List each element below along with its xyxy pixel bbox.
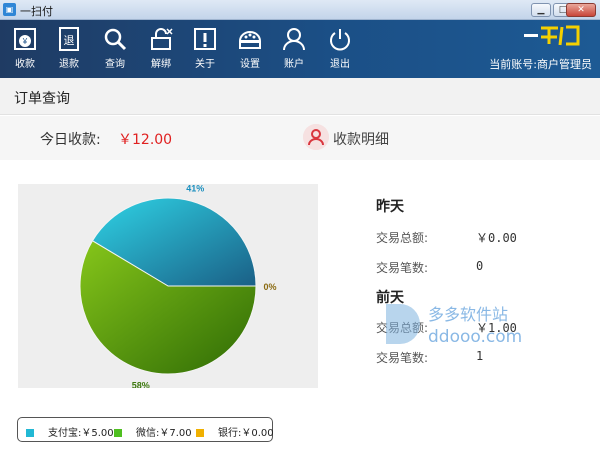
toolbar-refund-label: 退款	[59, 59, 79, 70]
main-toolbar: ¥ 收款 退 退款 查询 解绑 关于 设置 账户 退出 当前账号:商户管理员	[0, 20, 600, 78]
toolbar-settings-button[interactable]: 设置	[231, 24, 269, 74]
user-icon	[303, 124, 329, 150]
yesterday-total-label: 交易总额:	[376, 231, 429, 245]
legend-swatch-alipay	[26, 429, 34, 437]
window-title: 一扫付	[20, 5, 53, 18]
toolbar-account-label: 账户	[284, 59, 304, 70]
toolbar-refund-button[interactable]: 退 退款	[50, 24, 88, 74]
pie-label-2: 0%	[263, 282, 276, 292]
unbind-icon	[151, 28, 173, 50]
today-summary: 今日收款: ￥12.00 收款明细	[0, 116, 600, 160]
pie-chart: 41% 58% 0%	[79, 184, 277, 388]
today-income-value: ￥12.00	[118, 132, 173, 148]
toolbar-account-button[interactable]: 账户	[275, 24, 313, 74]
settings-icon	[238, 31, 262, 49]
legend-text-wechat: 微信:￥7.00	[136, 428, 192, 439]
toolbar-about-button[interactable]: 关于	[186, 24, 224, 74]
cash-icon: ¥	[14, 28, 36, 50]
legend-swatch-wechat	[114, 429, 122, 437]
toolbar-collect-button[interactable]: ¥ 收款	[6, 24, 44, 74]
user-icon	[283, 28, 305, 51]
day-before-count-value: 1	[476, 349, 484, 363]
toolbar-about-label: 关于	[195, 59, 215, 70]
toolbar-exit-label: 退出	[330, 59, 350, 70]
day-before-count-label: 交易笔数:	[376, 351, 429, 365]
toolbar-unbind-button[interactable]: 解绑	[142, 24, 180, 74]
legend-item: 银行:￥0.00	[196, 424, 274, 439]
pie-chart-panel: 41% 58% 0%	[18, 184, 318, 388]
toolbar-collect-label: 收款	[15, 59, 35, 70]
app-icon: ▣	[3, 3, 16, 16]
legend-item: 支付宝:￥5.00	[26, 424, 114, 439]
title-bar: ▣ 一扫付 ▁ □ ✕	[0, 0, 600, 20]
yesterday-count-value: 0	[476, 259, 484, 273]
page-title: 订单查询	[14, 91, 70, 107]
minimize-button[interactable]: ▁	[531, 3, 551, 17]
svg-text:¥: ¥	[22, 37, 28, 46]
power-icon	[330, 29, 350, 51]
toolbar-unbind-label: 解绑	[151, 59, 171, 70]
day-before-total-value: ￥1.00	[476, 321, 517, 335]
info-icon	[194, 28, 216, 50]
toolbar-query-button[interactable]: 查询	[96, 24, 134, 74]
refund-icon: 退	[59, 27, 79, 51]
yesterday-total-value: ￥0.00	[476, 231, 517, 245]
today-income-label: 今日收款:	[40, 132, 101, 148]
pie-label-0: 41%	[186, 184, 204, 194]
legend-item: 微信:￥7.00	[114, 424, 192, 439]
income-detail-label: 收款明细	[333, 132, 389, 148]
toolbar-query-label: 查询	[105, 59, 125, 70]
day-before-heading: 前天	[376, 290, 404, 306]
svg-text:退: 退	[64, 34, 75, 47]
toolbar-settings-label: 设置	[240, 59, 260, 70]
yesterday-count-label: 交易笔数:	[376, 261, 429, 275]
day-before-total-label: 交易总额:	[376, 321, 429, 335]
legend-swatch-bank	[196, 429, 204, 437]
current-account: 当前账号:商户管理员	[489, 58, 592, 71]
page-header: 订单查询	[0, 78, 600, 115]
legend-text-bank: 银行:￥0.00	[218, 428, 274, 439]
toolbar-exit-button[interactable]: 退出	[321, 24, 359, 74]
legend-text-alipay: 支付宝:￥5.00	[48, 428, 114, 439]
brand-logo	[524, 25, 580, 46]
close-button[interactable]: ✕	[566, 3, 596, 17]
pie-label-1: 58%	[132, 380, 150, 388]
search-icon	[104, 28, 127, 51]
chart-legend: 支付宝:￥5.00 微信:￥7.00 银行:￥0.00	[17, 417, 274, 442]
yesterday-heading: 昨天	[376, 199, 404, 215]
